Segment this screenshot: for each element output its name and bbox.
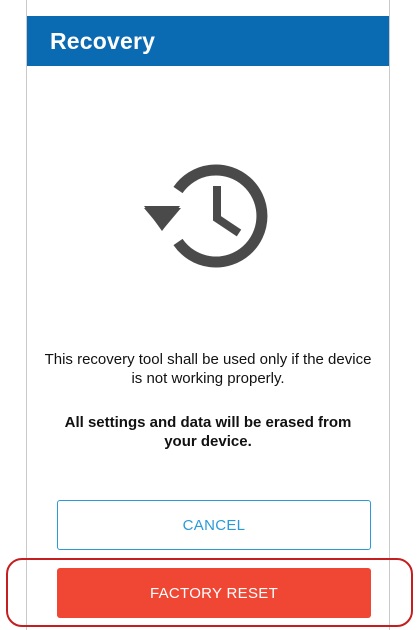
warning-text: All settings and data will be erased fro… — [64, 414, 352, 450]
recovery-screen: Recovery This recovery tool shall be use… — [26, 0, 390, 630]
info-message: This recovery tool shall be used only if… — [27, 350, 389, 388]
cancel-button[interactable]: CANCEL — [57, 500, 371, 550]
info-text: This recovery tool shall be used only if… — [44, 351, 372, 387]
app-bar: Recovery — [27, 16, 389, 66]
factory-reset-button[interactable]: FACTORY RESET — [57, 568, 371, 618]
page-title: Recovery — [50, 27, 156, 54]
restore-history-icon — [144, 164, 268, 268]
warning-message: All settings and data will be erased fro… — [27, 413, 389, 451]
